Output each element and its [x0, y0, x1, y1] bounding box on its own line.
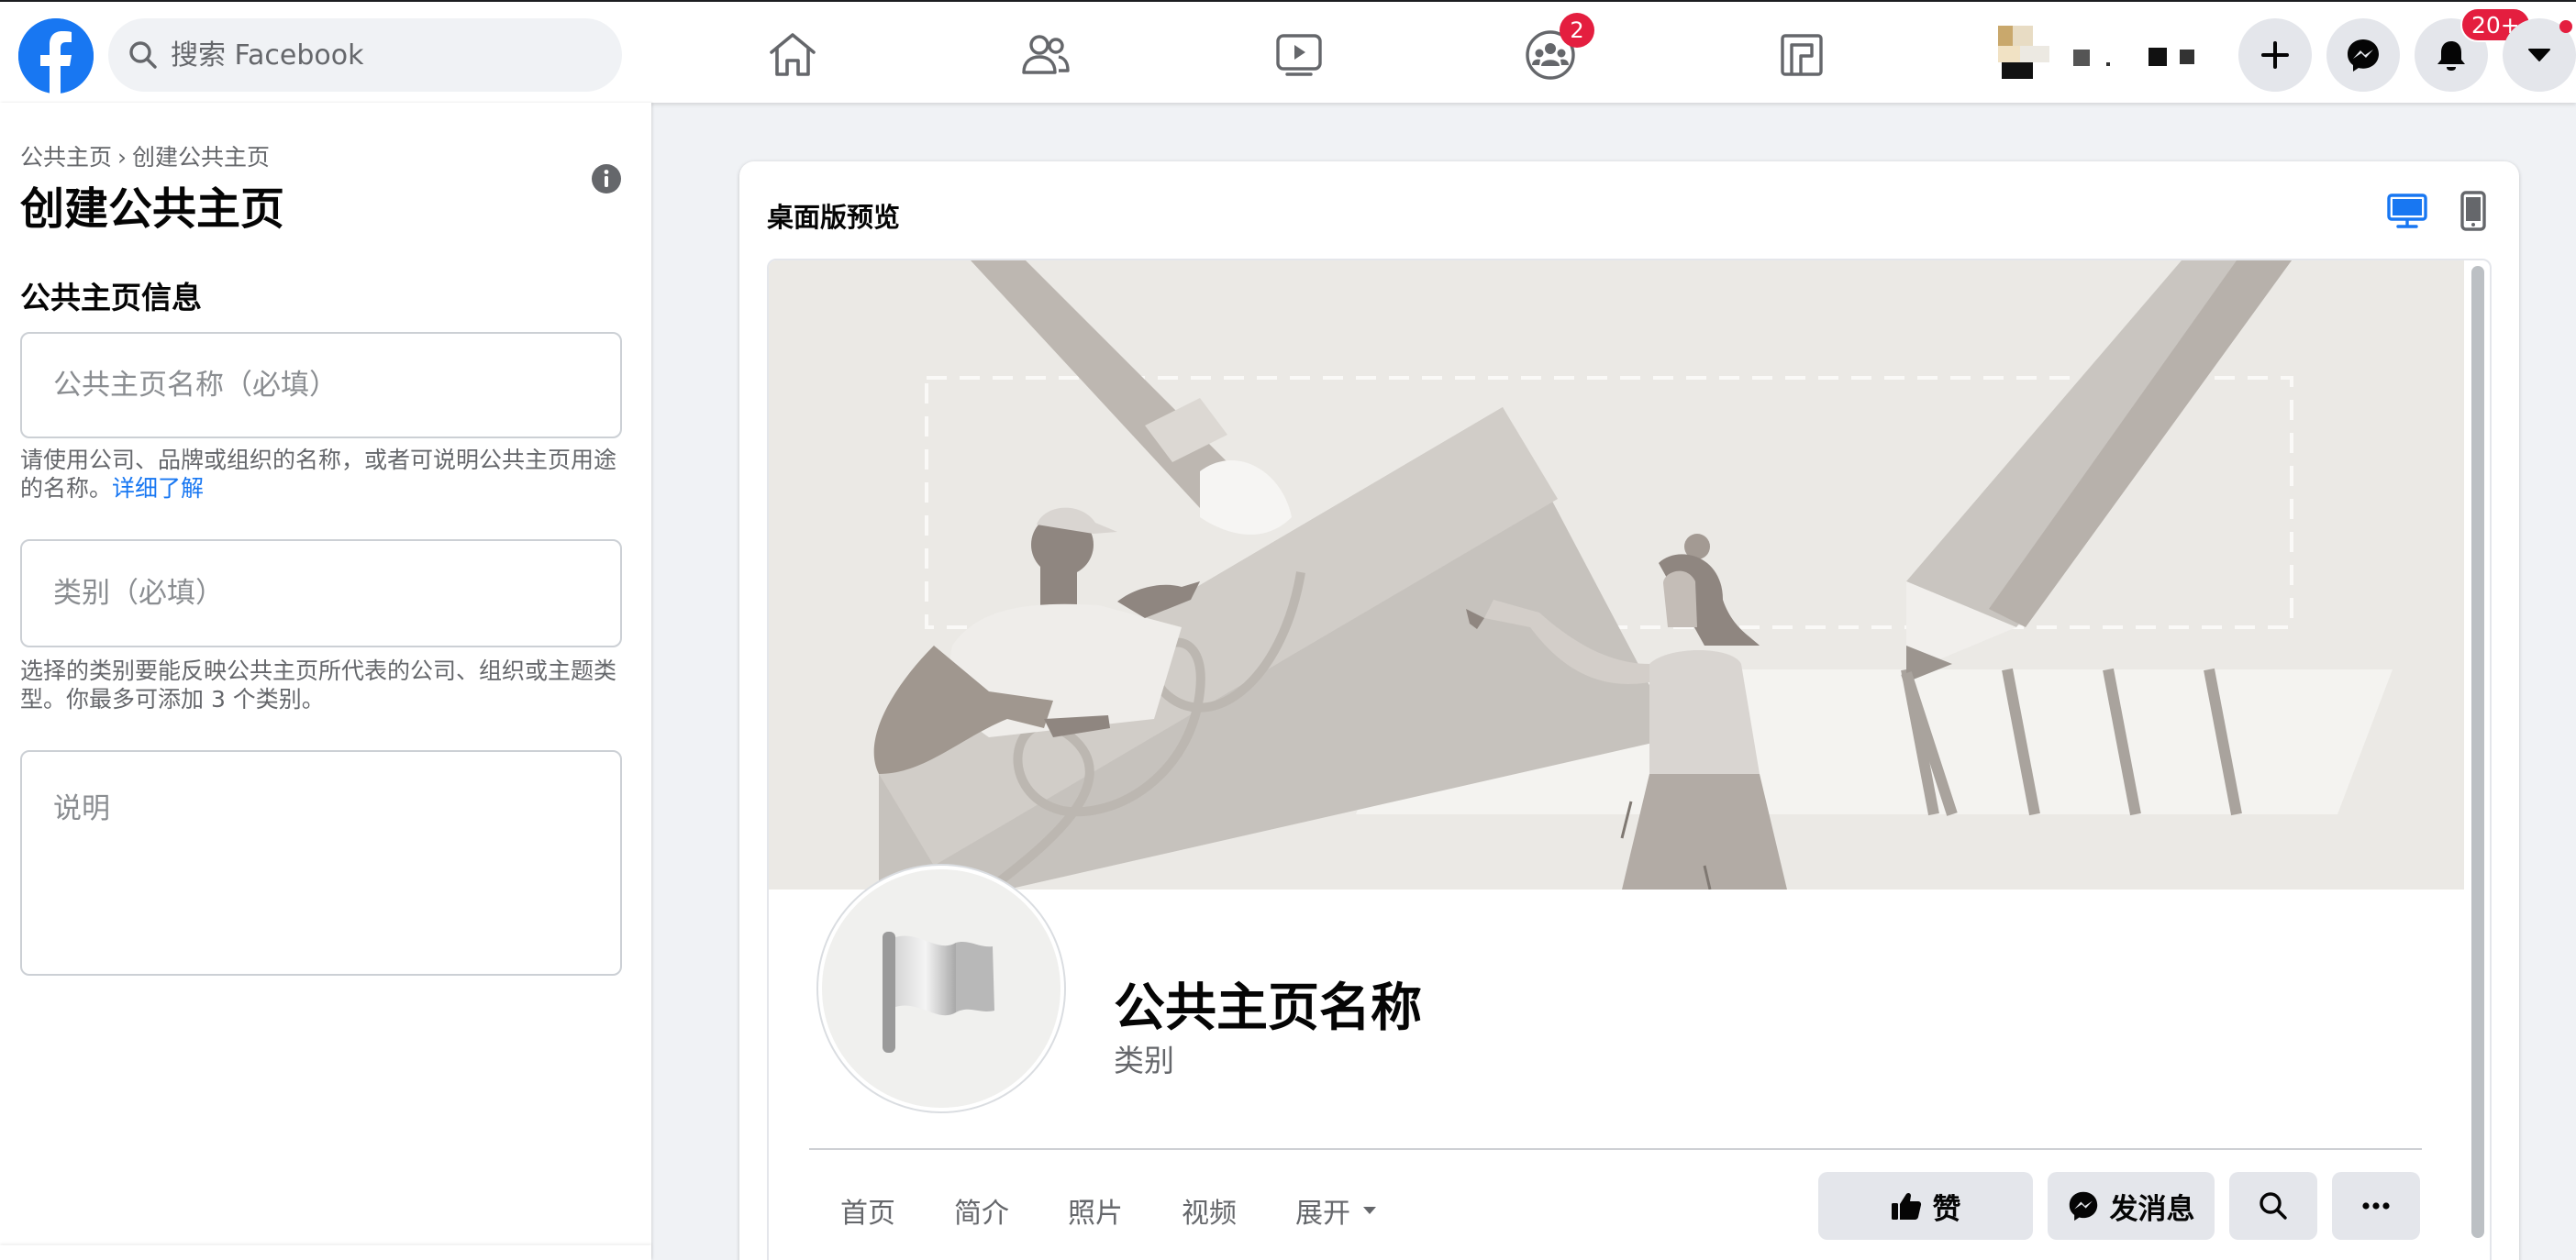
messenger-icon	[2348, 39, 2379, 72]
gaming-icon	[1781, 34, 1823, 76]
groups-badge: 2	[1560, 13, 1594, 48]
page-name-help: 请使用公司、品牌或组织的名称，或者可说明公共主页用途的名称。详细了解	[20, 446, 626, 503]
desktop-view-button[interactable]	[2385, 189, 2429, 233]
mobile-icon	[2460, 191, 2486, 231]
learn-more-link[interactable]: 详细了解	[112, 475, 204, 502]
search-icon	[2260, 1192, 2287, 1220]
ellipsis-icon	[2362, 1202, 2390, 1210]
description-field[interactable]	[20, 750, 622, 976]
page-name-field[interactable]	[20, 332, 622, 438]
search-box[interactable]	[108, 18, 622, 92]
caret-down-icon	[1363, 1207, 1376, 1214]
tab-videos[interactable]: 视频	[1182, 1190, 1237, 1231]
description-input[interactable]	[22, 752, 620, 972]
breadcrumb-pages-link[interactable]: 公共主页	[20, 144, 112, 171]
breadcrumb-current: 创建公共主页	[132, 144, 271, 171]
plus-icon	[2261, 41, 2289, 69]
desktop-icon	[2387, 193, 2427, 228]
nav-gaming[interactable]	[1756, 20, 1848, 90]
info-icon[interactable]	[591, 163, 622, 194]
profile-shortcut[interactable]	[1998, 26, 2200, 83]
page-name-help-text: 请使用公司、品牌或组织的名称，或者可说明公共主页用途的名称。	[20, 447, 617, 502]
profile-picture-placeholder	[818, 866, 1064, 1111]
more-options-button[interactable]	[2332, 1172, 2420, 1240]
account-alert-dot	[2559, 20, 2572, 33]
breadcrumb: 公共主页 › 创建公共主页	[20, 139, 270, 172]
category-field[interactable]	[20, 539, 622, 647]
cover-photo-illustration	[769, 260, 2464, 890]
flag-icon	[883, 932, 994, 1053]
friends-icon	[1022, 35, 1070, 74]
preview-title: 桌面版预览	[767, 202, 901, 233]
send-message-button[interactable]: 发消息	[2048, 1172, 2215, 1240]
tab-photos[interactable]: 照片	[1068, 1190, 1123, 1231]
search-icon	[129, 41, 157, 69]
watch-icon	[1276, 34, 1322, 76]
tab-more[interactable]: 展开	[1295, 1190, 1378, 1231]
category-help: 选择的类别要能反映公共主页所代表的公司、组织或主题类型。你最多可添加 3 个类别…	[20, 658, 617, 713]
tab-about[interactable]: 简介	[954, 1190, 1009, 1231]
send-message-label: 发消息	[2109, 1192, 2195, 1226]
thumbs-up-icon	[1891, 1192, 1921, 1220]
home-icon	[770, 33, 816, 76]
page-name-input[interactable]	[22, 369, 620, 402]
nav-watch[interactable]	[1253, 20, 1345, 90]
caret-down-icon	[2528, 49, 2550, 61]
desktop-preview-card: 桌面版预览 公共主页名称 类别 首页 简介 照片 视频 展开 赞 发消息	[739, 161, 2519, 1260]
create-button[interactable]	[2238, 18, 2312, 92]
messenger-icon	[2069, 1191, 2097, 1221]
section-title: 公共主页信息	[20, 280, 202, 315]
preview-category: 类别	[1114, 1043, 1174, 1078]
preview-page-name: 公共主页名称	[1114, 978, 1422, 1038]
like-label: 赞	[1932, 1192, 1961, 1226]
category-input[interactable]	[22, 577, 620, 610]
tab-more-label: 展开	[1295, 1198, 1350, 1230]
tab-home[interactable]: 首页	[840, 1190, 895, 1231]
preview-scrollbar[interactable]	[2471, 266, 2484, 1238]
bell-icon	[2437, 41, 2465, 71]
nav-friends[interactable]	[1000, 20, 1092, 90]
like-button[interactable]: 赞	[1818, 1172, 2033, 1240]
panel-footer	[0, 1245, 651, 1260]
messenger-button[interactable]	[2326, 18, 2400, 92]
search-page-button[interactable]	[2229, 1172, 2317, 1240]
page-preview-frame: 公共主页名称 类别 首页 简介 照片 视频 展开 赞 发消息	[767, 259, 2492, 1260]
page-title: 创建公共主页	[20, 183, 285, 235]
facebook-logo-icon[interactable]	[18, 18, 94, 94]
breadcrumb-separator: ›	[117, 144, 128, 171]
preview-divider	[809, 1148, 2422, 1150]
create-page-panel: 公共主页›创建公共主页 创建公共主页 公共主页信息 请使用公司、品牌或组织的名称…	[0, 103, 651, 1260]
search-input[interactable]	[171, 39, 593, 72]
top-navigation-bar: 2 20+	[0, 0, 2576, 103]
nav-home[interactable]	[747, 20, 838, 90]
mobile-view-button[interactable]	[2451, 189, 2495, 233]
